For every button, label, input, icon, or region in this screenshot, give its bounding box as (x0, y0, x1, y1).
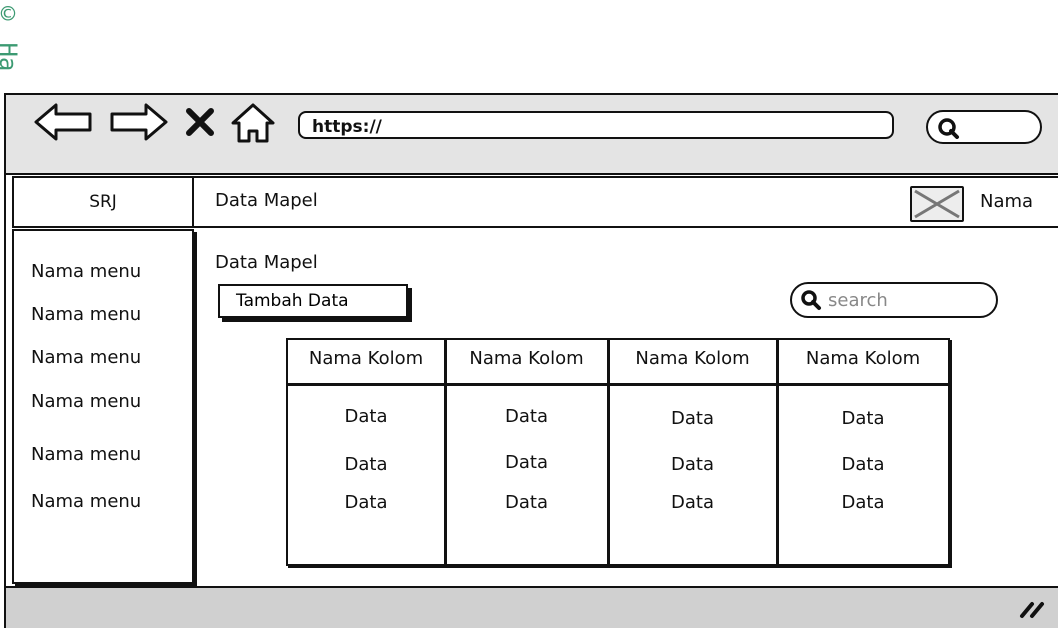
column-header[interactable]: Nama Kolom (288, 348, 444, 369)
sidebar-item[interactable]: Nama menu (31, 304, 141, 325)
table-cell: Data (344, 454, 388, 475)
arrow-right-icon[interactable] (108, 101, 170, 143)
table-cell: Data (344, 406, 388, 427)
status-bar (6, 586, 1058, 628)
search-icon (938, 118, 959, 139)
sidebar-item[interactable]: Nama menu (31, 391, 141, 412)
column-header[interactable]: Nama Kolom (446, 348, 607, 369)
image-placeholder-icon (914, 189, 960, 219)
table-cell: Data (344, 492, 388, 513)
table-cell: Data (841, 454, 885, 475)
data-table (286, 338, 950, 566)
arrow-left-icon[interactable] (32, 101, 94, 143)
column-header[interactable]: Nama Kolom (778, 348, 948, 369)
search-input[interactable] (828, 289, 978, 311)
column-header[interactable]: Nama Kolom (609, 348, 776, 369)
search-field[interactable] (790, 282, 998, 318)
table-cell: Data (505, 452, 548, 473)
sidebar-item[interactable]: Nama menu (31, 491, 141, 512)
column-divider (607, 340, 610, 566)
table-cell: Data (671, 492, 714, 513)
sidebar-item[interactable]: Nama menu (31, 261, 141, 282)
page-title: Data Mapel (215, 190, 318, 211)
close-icon[interactable] (184, 106, 216, 138)
sidebar-item[interactable]: Nama menu (31, 444, 141, 465)
address-bar[interactable]: https:// (298, 111, 894, 139)
search-icon (801, 290, 821, 310)
url-text: https:// (312, 117, 382, 137)
avatar[interactable] (910, 186, 964, 222)
content-title: Data Mapel (215, 252, 318, 273)
table-cell: Data (841, 408, 885, 429)
add-data-button[interactable]: Tambah Data (218, 284, 408, 318)
user-name[interactable]: Nama (980, 191, 1033, 212)
home-icon[interactable] (229, 101, 277, 145)
header-divider (288, 383, 948, 386)
copyright-watermark: © Ha (0, 0, 22, 96)
resize-handle-icon[interactable] (1018, 596, 1048, 620)
sidebar-item[interactable]: Nama menu (31, 347, 141, 368)
brand-label: SRJ (89, 192, 117, 212)
column-divider (776, 340, 779, 566)
table-cell: Data (505, 492, 548, 513)
table-cell: Data (671, 408, 714, 429)
app-brand: SRJ (12, 176, 194, 228)
table-cell: Data (841, 492, 885, 513)
table-cell: Data (671, 454, 714, 475)
table-cell: Data (505, 406, 548, 427)
browser-search[interactable] (926, 110, 1042, 144)
watermark-text: © Ha (0, 0, 22, 72)
